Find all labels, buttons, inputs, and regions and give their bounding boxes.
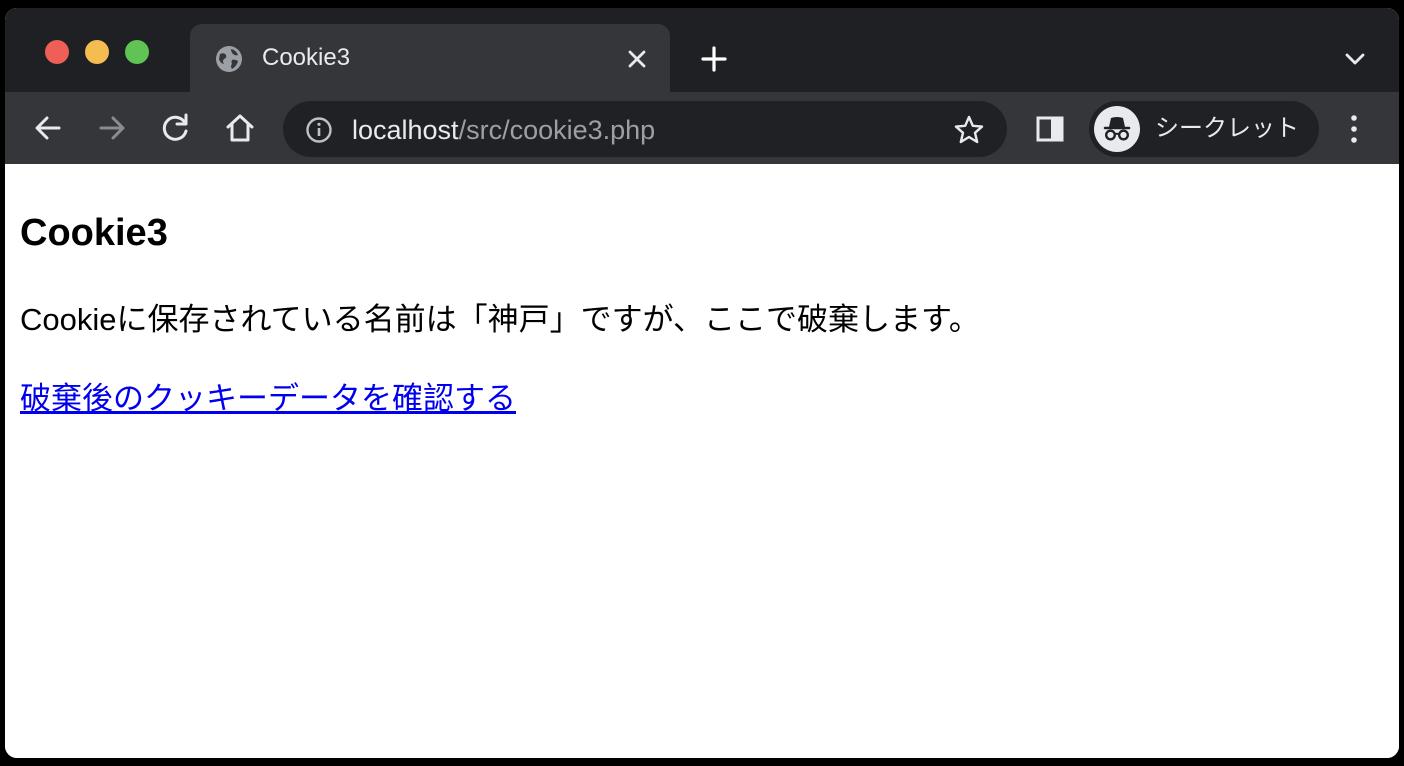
close-tab-icon[interactable] bbox=[624, 46, 650, 72]
check-cookie-link[interactable]: 破棄後のクッキーデータを確認する bbox=[20, 379, 516, 419]
home-icon[interactable] bbox=[223, 111, 257, 145]
page-heading: Cookie3 bbox=[20, 212, 168, 254]
tab-strip: Cookie3 bbox=[5, 8, 1399, 92]
tab-search-chevron-icon[interactable] bbox=[1341, 48, 1369, 70]
page-message: Cookieに保存されている名前は「神戸」ですが、ここで破棄します。 bbox=[20, 302, 980, 337]
address-bar[interactable]: localhost/src/cookie3.php bbox=[283, 101, 1007, 157]
minimize-window-button[interactable] bbox=[85, 40, 109, 64]
url-host: localhost bbox=[352, 115, 459, 145]
side-panel-icon[interactable] bbox=[1035, 114, 1065, 144]
incognito-profile-button[interactable]: シークレット bbox=[1089, 101, 1319, 157]
zoom-window-button[interactable] bbox=[125, 40, 149, 64]
browser-window: Cookie3 localhost/src/cookie3.php シークレット… bbox=[5, 8, 1399, 758]
tab-title: Cookie3 bbox=[262, 44, 351, 71]
page-content: Cookie3 Cookieに保存されている名前は「神戸」ですが、ここで破棄しま… bbox=[5, 166, 1399, 758]
forward-arrow-icon[interactable] bbox=[95, 111, 129, 145]
incognito-label: シークレット bbox=[1155, 115, 1299, 142]
close-window-button[interactable] bbox=[45, 40, 69, 64]
toolbar: localhost/src/cookie3.php シークレット bbox=[5, 92, 1399, 164]
bookmark-star-icon[interactable] bbox=[953, 114, 985, 146]
incognito-icon bbox=[1094, 106, 1140, 152]
tab-cookie3[interactable]: Cookie3 bbox=[190, 24, 670, 92]
site-info-icon[interactable] bbox=[305, 116, 333, 144]
new-tab-icon[interactable] bbox=[699, 44, 729, 74]
url-text[interactable]: localhost/src/cookie3.php bbox=[352, 114, 655, 146]
reload-icon[interactable] bbox=[159, 111, 193, 145]
back-arrow-icon[interactable] bbox=[31, 111, 65, 145]
url-path: /src/cookie3.php bbox=[458, 115, 656, 145]
globe-icon bbox=[216, 46, 242, 72]
more-menu-icon[interactable] bbox=[1339, 112, 1369, 146]
